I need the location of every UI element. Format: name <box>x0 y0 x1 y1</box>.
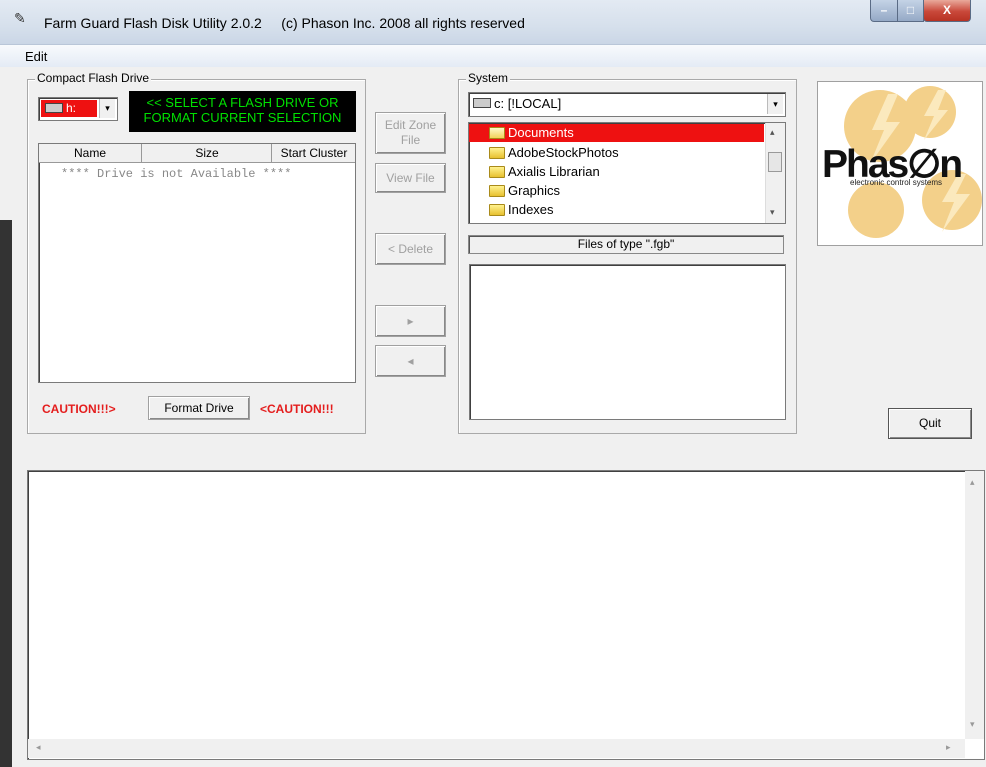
logo-tagline: electronic control systems <box>850 178 943 187</box>
folder-item[interactable]: Indexes <box>489 201 554 219</box>
folder-item[interactable]: Graphics <box>489 182 560 200</box>
chevron-down-icon[interactable]: ▾ <box>767 94 783 114</box>
folder-item[interactable]: AdobeStockPhotos <box>489 144 619 162</box>
column-name[interactable]: Name <box>39 144 142 162</box>
log-horizontal-scrollbar[interactable]: ◂ ▸ <box>28 739 965 758</box>
folder-open-icon <box>489 127 505 139</box>
app-icon: ✎ <box>14 10 26 26</box>
folder-icon <box>489 204 505 216</box>
system-drive-value: c: [!LOCAL] <box>473 96 561 112</box>
view-file-button[interactable]: View File <box>375 163 446 193</box>
menu-edit[interactable]: Edit <box>25 49 47 64</box>
scroll-thumb[interactable] <box>768 152 782 172</box>
scroll-right-arrow[interactable]: ▸ <box>946 742 951 753</box>
move-right-button[interactable]: ▸ <box>375 305 446 337</box>
format-drive-button[interactable]: Format Drive <box>148 396 250 420</box>
flash-file-list[interactable]: Name Size Start Cluster **** Drive is no… <box>38 143 356 383</box>
flash-drive-selected: h: <box>41 100 97 117</box>
chevron-down-icon[interactable]: ▾ <box>99 99 115 118</box>
system-drive-select[interactable]: c: [!LOCAL] ▾ <box>468 92 786 117</box>
caution-left: CAUTION!!!> <box>42 402 116 416</box>
system-label: System <box>466 71 511 85</box>
scroll-down-arrow[interactable]: ▾ <box>770 207 775 218</box>
folder-tree[interactable]: Documents AdobeStockPhotos Axialis Libra… <box>468 122 786 224</box>
drive-icon <box>45 103 63 113</box>
lcd-line-2: FORMAT CURRENT SELECTION <box>143 110 342 125</box>
edit-zone-label-1: Edit Zone <box>384 118 437 132</box>
phason-logo: Phas∅n electronic control systems <box>817 81 983 246</box>
window-controls: – □ X <box>870 0 982 24</box>
scroll-up-arrow[interactable]: ▴ <box>970 477 975 488</box>
window-title: Farm Guard Flash Disk Utility 2.0.2 (c) … <box>44 15 525 31</box>
close-button[interactable]: X <box>923 0 971 22</box>
folder-icon <box>489 166 505 178</box>
system-file-list[interactable] <box>469 264 786 420</box>
folder-item[interactable]: Axialis Librarian <box>489 163 600 181</box>
menu-bar <box>0 45 986 68</box>
caution-right: <CAUTION!!! <box>260 402 334 416</box>
lcd-display: << SELECT A FLASH DRIVE OR FORMAT CURREN… <box>129 91 356 132</box>
log-vertical-scrollbar[interactable]: ▴ ▾ <box>965 471 984 739</box>
scroll-down-arrow[interactable]: ▾ <box>970 719 975 730</box>
log-text-area[interactable]: ▴ ▾ ◂ ▸ <box>27 470 985 760</box>
folder-scrollbar[interactable]: ▴ ▾ <box>765 123 785 223</box>
scroll-up-arrow[interactable]: ▴ <box>770 127 775 138</box>
scroll-left-arrow[interactable]: ◂ <box>36 742 41 753</box>
column-size[interactable]: Size <box>143 144 272 162</box>
folder-item[interactable]: Documents <box>489 124 574 142</box>
left-edge <box>0 220 12 767</box>
edit-zone-file-button[interactable]: Edit Zone File <box>375 112 446 154</box>
move-left-button[interactable]: ◂ <box>375 345 446 377</box>
compact-flash-label: Compact Flash Drive <box>35 71 152 85</box>
delete-button[interactable]: < Delete <box>375 233 446 265</box>
column-start-cluster[interactable]: Start Cluster <box>273 144 355 162</box>
edit-zone-label-2: File <box>400 133 421 147</box>
maximize-button[interactable]: □ <box>897 0 924 22</box>
quit-button[interactable]: Quit <box>888 408 972 439</box>
file-type-label: Files of type ".fgb" <box>468 235 784 254</box>
drive-unavailable-message: **** Drive is not Available **** <box>61 167 292 181</box>
list-header: Name Size Start Cluster <box>39 144 355 163</box>
hard-drive-icon <box>473 98 491 108</box>
flash-drive-select[interactable]: h: ▾ <box>38 97 118 121</box>
folder-icon <box>489 147 505 159</box>
minimize-button[interactable]: – <box>870 0 898 22</box>
folder-icon <box>489 185 505 197</box>
lcd-line-1: << SELECT A FLASH DRIVE OR <box>146 95 339 110</box>
